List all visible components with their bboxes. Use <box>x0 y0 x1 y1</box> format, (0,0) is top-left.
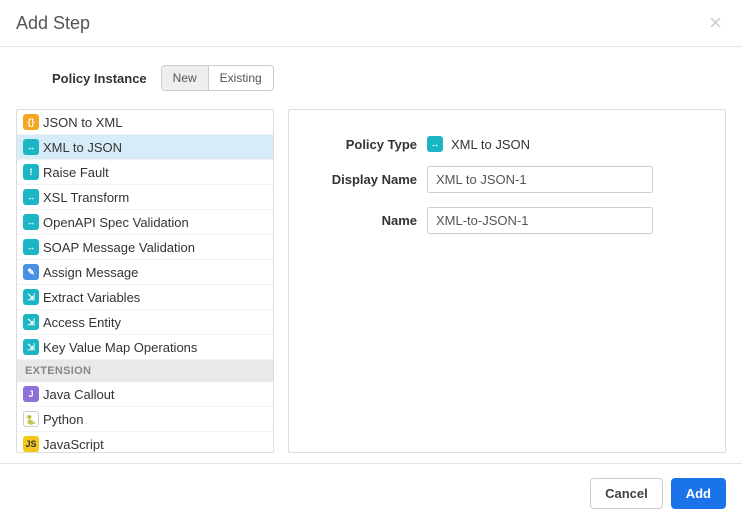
close-icon[interactable]: × <box>705 12 726 34</box>
policy-item[interactable]: {} JSON to XML <box>17 110 273 135</box>
instance-toggle: New Existing <box>161 65 274 91</box>
policy-item-label: SOAP Message Validation <box>43 240 195 255</box>
policy-item[interactable]: ! Raise Fault <box>17 160 273 185</box>
policy-icon: ↔ <box>23 189 39 205</box>
add-button[interactable]: Add <box>671 478 726 509</box>
policy-item[interactable]: ↔ OpenAPI Spec Validation <box>17 210 273 235</box>
policy-item[interactable]: ↔ SOAP Message Validation <box>17 235 273 260</box>
policy-icon: J <box>23 386 39 402</box>
name-row: Name <box>311 207 703 234</box>
policy-item[interactable]: ⇲ Access Entity <box>17 310 273 335</box>
policy-instance-label: Policy Instance <box>52 71 147 86</box>
policy-item-label: JSON to XML <box>43 115 122 130</box>
modal-title: Add Step <box>16 13 90 34</box>
policy-icon: ⇲ <box>23 339 39 355</box>
policy-item-label: Java Callout <box>43 387 115 402</box>
display-name-label: Display Name <box>311 172 427 187</box>
policy-instance-row: Policy Instance New Existing <box>0 47 742 109</box>
name-input[interactable] <box>427 207 653 234</box>
instance-existing-button[interactable]: Existing <box>208 66 273 90</box>
name-label: Name <box>311 213 427 228</box>
policy-item-label: Raise Fault <box>43 165 109 180</box>
policy-icon: ⇲ <box>23 314 39 330</box>
policy-item[interactable]: ⇲ Key Value Map Operations <box>17 335 273 360</box>
policy-item-label: Assign Message <box>43 265 138 280</box>
policy-item[interactable]: JS JavaScript <box>17 432 273 452</box>
policy-item-label: Extract Variables <box>43 290 140 305</box>
detail-pane: Policy Type ↔ XML to JSON Display Name N… <box>288 109 726 453</box>
policy-icon: ↔ <box>23 239 39 255</box>
modal-header: Add Step × <box>0 0 742 47</box>
policy-type-value-wrap: ↔ XML to JSON <box>427 136 530 152</box>
policy-list-panel: {} JSON to XML ↔ XML to JSON! Raise Fault ↔ XS… <box>16 109 274 453</box>
policy-item-label: Key Value Map Operations <box>43 340 197 355</box>
policy-item-label: XSL Transform <box>43 190 129 205</box>
policy-item[interactable]: ↔ XML to JSON <box>17 135 273 160</box>
policy-item-label: JavaScript <box>43 437 104 452</box>
policy-list[interactable]: {} JSON to XML ↔ XML to JSON! Raise Fault ↔ XS… <box>17 110 273 452</box>
modal-footer: Cancel Add <box>0 463 742 523</box>
body-area: {} JSON to XML ↔ XML to JSON! Raise Fault ↔ XS… <box>0 109 742 453</box>
policy-item[interactable]: ✎ Assign Message <box>17 260 273 285</box>
policy-item-label: Access Entity <box>43 315 121 330</box>
policy-icon: {} <box>23 114 39 130</box>
policy-icon: ↔ <box>23 139 39 155</box>
policy-type-icon: ↔ <box>427 136 443 152</box>
display-name-row: Display Name <box>311 166 703 193</box>
policy-group-header: EXTENSION <box>17 360 273 382</box>
policy-icon: ✎ <box>23 264 39 280</box>
policy-item[interactable]: 🐍 Python <box>17 407 273 432</box>
policy-icon: JS <box>23 436 39 452</box>
instance-new-button[interactable]: New <box>162 66 208 90</box>
policy-item-label: Python <box>43 412 83 427</box>
policy-icon: 🐍 <box>23 411 39 427</box>
policy-type-row: Policy Type ↔ XML to JSON <box>311 136 703 152</box>
policy-item-label: OpenAPI Spec Validation <box>43 215 189 230</box>
policy-type-value: XML to JSON <box>451 137 530 152</box>
policy-item[interactable]: ⇲ Extract Variables <box>17 285 273 310</box>
policy-type-label: Policy Type <box>311 137 427 152</box>
policy-item[interactable]: ↔ XSL Transform <box>17 185 273 210</box>
policy-item-label: XML to JSON <box>43 140 122 155</box>
policy-icon: ↔ <box>23 214 39 230</box>
cancel-button[interactable]: Cancel <box>590 478 663 509</box>
policy-item[interactable]: J Java Callout <box>17 382 273 407</box>
policy-icon: ! <box>23 164 39 180</box>
policy-icon: ⇲ <box>23 289 39 305</box>
display-name-input[interactable] <box>427 166 653 193</box>
